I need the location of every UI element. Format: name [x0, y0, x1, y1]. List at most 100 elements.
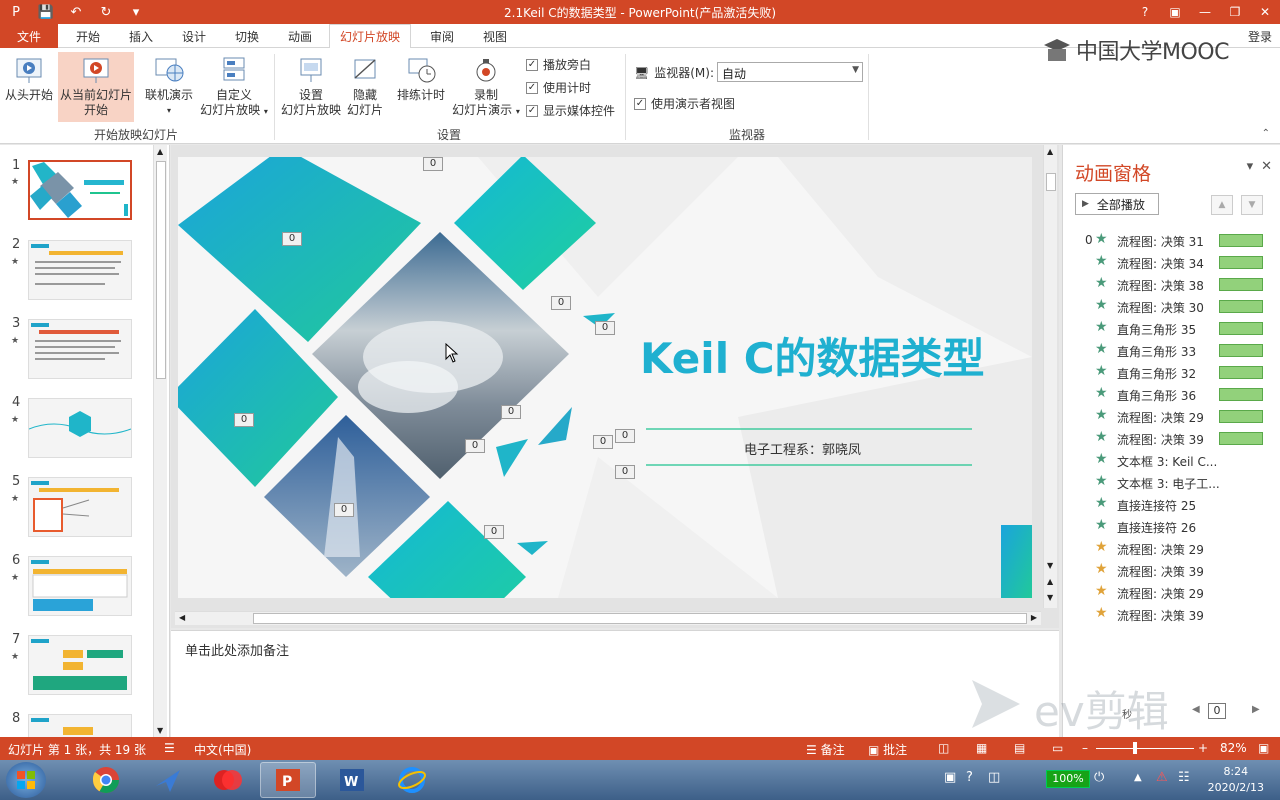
- present-online-button[interactable]: 联机演示 ▾: [140, 52, 198, 122]
- slide-thumbnail-5[interactable]: [28, 477, 132, 537]
- from-beginning-button[interactable]: 从头开始: [2, 52, 56, 122]
- animation-item[interactable]: ★ 直角三角形 36: [1063, 384, 1280, 406]
- normal-view-icon[interactable]: ◫: [938, 741, 949, 755]
- slide-canvas[interactable]: Keil C的数据类型 电子工程系：郭晓凤 0 0 0 0 0 0 0 0 0 …: [178, 157, 1032, 598]
- start-button[interactable]: [6, 762, 46, 798]
- timing-bar[interactable]: [1219, 410, 1263, 423]
- next-slide-icon[interactable]: ▼: [1047, 593, 1053, 602]
- play-narrations-checkbox[interactable]: ✓ 播放旁白: [526, 56, 591, 73]
- reading-view-icon[interactable]: ▤: [1014, 741, 1025, 755]
- zoom-slider-thumb[interactable]: [1133, 742, 1137, 754]
- animation-item[interactable]: ★ 直角三角形 32: [1063, 362, 1280, 384]
- restore-button[interactable]: ❐: [1220, 0, 1250, 24]
- presenter-view-checkbox[interactable]: ✓ 使用演示者视图: [634, 95, 735, 112]
- animation-item[interactable]: ★ 直接连接符 25: [1063, 494, 1280, 516]
- animation-tag[interactable]: 0: [484, 525, 504, 539]
- tab-animations[interactable]: 动画: [274, 24, 326, 48]
- slide-thumbnail-1[interactable]: [28, 160, 132, 220]
- tray-icon-app[interactable]: ◫: [988, 770, 1000, 785]
- slide-title[interactable]: Keil C的数据类型: [640, 325, 985, 386]
- notes-pane[interactable]: 单击此处添加备注: [171, 630, 1059, 737]
- play-all-button[interactable]: ▶ 全部播放: [1075, 193, 1159, 215]
- signal-icon[interactable]: ☷: [1178, 770, 1190, 785]
- slide-subtitle[interactable]: 电子工程系：郭晓凤: [744, 439, 861, 458]
- timing-bar[interactable]: [1219, 300, 1263, 313]
- slide-vertical-scrollbar[interactable]: ▲ ▼ ▲ ▼: [1043, 145, 1057, 608]
- scroll-down-icon[interactable]: ▼: [1047, 561, 1053, 570]
- slideshow-view-icon[interactable]: ▭: [1052, 741, 1063, 755]
- record-slide-show-button[interactable]: 录制 幻灯片演示 ▾: [450, 52, 522, 122]
- taskbar-ie[interactable]: [384, 762, 440, 798]
- animation-item[interactable]: ★ 流程图: 决策 38: [1063, 274, 1280, 296]
- network-error-icon[interactable]: ⚠: [1156, 770, 1168, 785]
- animation-tag[interactable]: 0: [615, 429, 635, 443]
- tab-insert[interactable]: 插入: [116, 24, 166, 48]
- slide-thumbnail-7[interactable]: [28, 635, 132, 695]
- animation-tag[interactable]: 0: [334, 503, 354, 517]
- animation-item[interactable]: ★ 流程图: 决策 30: [1063, 296, 1280, 318]
- tab-transitions[interactable]: 切换: [222, 24, 272, 48]
- animation-item[interactable]: ★ 流程图: 决策 29: [1063, 538, 1280, 560]
- taskbar-word[interactable]: W: [324, 762, 380, 798]
- timing-bar[interactable]: [1219, 278, 1263, 291]
- slide-thumbnail-3[interactable]: [28, 319, 132, 379]
- slide-sorter-icon[interactable]: ▦: [976, 741, 987, 755]
- custom-slide-show-button[interactable]: 自定义 幻灯片放映 ▾: [198, 52, 270, 122]
- animation-tag[interactable]: 0: [593, 435, 613, 449]
- pane-close-icon[interactable]: ✕: [1261, 159, 1272, 174]
- tab-file[interactable]: 文件: [0, 24, 58, 48]
- slide-thumbnail-2[interactable]: [28, 240, 132, 300]
- slide-thumbnail-8[interactable]: [28, 714, 132, 737]
- animation-tag[interactable]: 0: [423, 157, 443, 171]
- animation-tag[interactable]: 0: [465, 439, 485, 453]
- animation-tag[interactable]: 0: [595, 321, 615, 335]
- horizontal-scroll-thumb[interactable]: [253, 613, 1027, 624]
- notes-toggle[interactable]: ☰ 备注: [806, 741, 845, 758]
- thumbnail-scroll-thumb[interactable]: [156, 161, 166, 379]
- scroll-right-icon[interactable]: ▶: [1252, 704, 1260, 715]
- taskbar-app-red[interactable]: [200, 762, 256, 798]
- zoom-slider[interactable]: [1096, 748, 1194, 749]
- timing-bar[interactable]: [1219, 322, 1263, 335]
- taskbar-chrome[interactable]: [78, 762, 134, 798]
- scroll-up-icon[interactable]: ▲: [157, 147, 163, 156]
- show-media-controls-checkbox[interactable]: ✓ 显示媒体控件: [526, 102, 615, 119]
- timing-bar[interactable]: [1219, 432, 1263, 445]
- taskbar-powerpoint[interactable]: P: [260, 762, 316, 798]
- animation-tag[interactable]: 0: [501, 405, 521, 419]
- use-timings-checkbox[interactable]: ✓ 使用计时: [526, 79, 591, 96]
- animation-item[interactable]: ★ 流程图: 决策 39: [1063, 604, 1280, 626]
- move-down-button[interactable]: ▼: [1241, 195, 1263, 215]
- animation-item[interactable]: ★ 流程图: 决策 29: [1063, 406, 1280, 428]
- tab-slide-show[interactable]: 幻灯片放映: [329, 24, 411, 49]
- tray-help-icon[interactable]: ?: [966, 770, 973, 785]
- animation-item[interactable]: ★ 流程图: 决策 39: [1063, 560, 1280, 582]
- slide-thumbnail-4[interactable]: [28, 398, 132, 458]
- animation-item[interactable]: ★ 流程图: 决策 34: [1063, 252, 1280, 274]
- animation-item[interactable]: ★ 文本框 3: Keil C...: [1063, 450, 1280, 472]
- move-up-button[interactable]: ▲: [1211, 195, 1233, 215]
- animation-tag[interactable]: 0: [615, 465, 635, 479]
- monitor-select[interactable]: 自动 ▼: [717, 62, 863, 82]
- pane-options-icon[interactable]: ▾: [1247, 159, 1254, 174]
- slide-thumbnail-6[interactable]: [28, 556, 132, 616]
- tab-design[interactable]: 设计: [168, 24, 220, 48]
- language-indicator[interactable]: 中文(中国): [194, 741, 251, 758]
- animation-item[interactable]: ★ 直角三角形 35: [1063, 318, 1280, 340]
- thumbnail-scrollbar[interactable]: ▲ ▼: [153, 145, 167, 737]
- tab-review[interactable]: 审阅: [416, 24, 468, 48]
- slide-horizontal-scrollbar[interactable]: ◀ ▶: [175, 611, 1041, 625]
- collapse-ribbon-icon[interactable]: ⌃: [1262, 128, 1270, 139]
- from-current-slide-button[interactable]: 从当前幻灯片 开始: [58, 52, 134, 122]
- fit-slide-icon[interactable]: ▣: [1258, 741, 1269, 755]
- notes-placeholder[interactable]: 单击此处添加备注: [185, 640, 289, 659]
- spell-check-icon[interactable]: ☰: [164, 741, 175, 755]
- animation-item[interactable]: ★ 直角三角形 33: [1063, 340, 1280, 362]
- hide-slide-button[interactable]: 隐藏 幻灯片: [344, 52, 386, 122]
- tab-view[interactable]: 视图: [470, 24, 520, 48]
- tab-home[interactable]: 开始: [62, 24, 114, 48]
- system-clock[interactable]: 8:24 2020/2/13: [1208, 764, 1264, 796]
- animation-item[interactable]: ★ 流程图: 决策 39: [1063, 428, 1280, 450]
- power-plug-icon[interactable]: ⏻: [1094, 770, 1104, 785]
- animation-tag[interactable]: 0: [551, 296, 571, 310]
